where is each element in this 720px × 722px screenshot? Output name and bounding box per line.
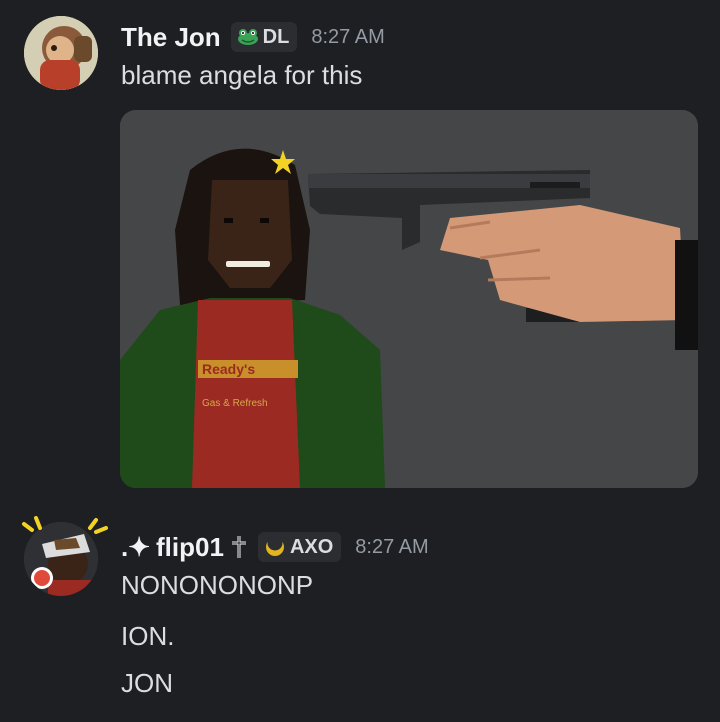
frog-icon [237,29,258,45]
meme-image: Ready's Gas & Refresh [120,110,698,488]
author-line: The Jon DL 8:27 AM [121,20,385,54]
clan-tag-label: DL [262,25,290,48]
username-prefix[interactable]: .✦ [121,532,150,563]
clan-tag[interactable]: AXO [257,532,342,562]
shirt-text-1: Ready's [202,361,255,377]
avatar-image [24,16,98,90]
clan-tag[interactable]: DL [230,22,298,52]
image-attachment[interactable]: Ready's Gas & Refresh [120,110,698,488]
shirt-text-2: Gas & Refresh [202,398,268,409]
crescent-icon [265,536,284,556]
sparkle-decoration-icon [22,516,108,534]
message-line-3: JON [121,668,173,698]
cross-icon [231,536,246,558]
message-2: .✦ flip01 AXO 8:27 AM NONONONONP ION. JO… [0,500,720,722]
author-line: .✦ flip01 AXO 8:27 AM [121,530,429,564]
timestamp[interactable]: 8:27 AM [311,26,384,49]
message-text: blame angela for this [121,60,363,90]
clan-tag-label: AXO [289,535,334,558]
username[interactable]: The Jon [121,22,221,53]
message-line-1: NONONONONP [121,570,314,600]
timestamp[interactable]: 8:27 AM [355,536,428,559]
username[interactable]: flip01 [156,532,224,563]
avatar-the-jon[interactable] [24,16,98,90]
message-1: The Jon DL 8:27 AM blame angela for this [0,0,720,500]
message-line-2: ION. [121,621,175,651]
